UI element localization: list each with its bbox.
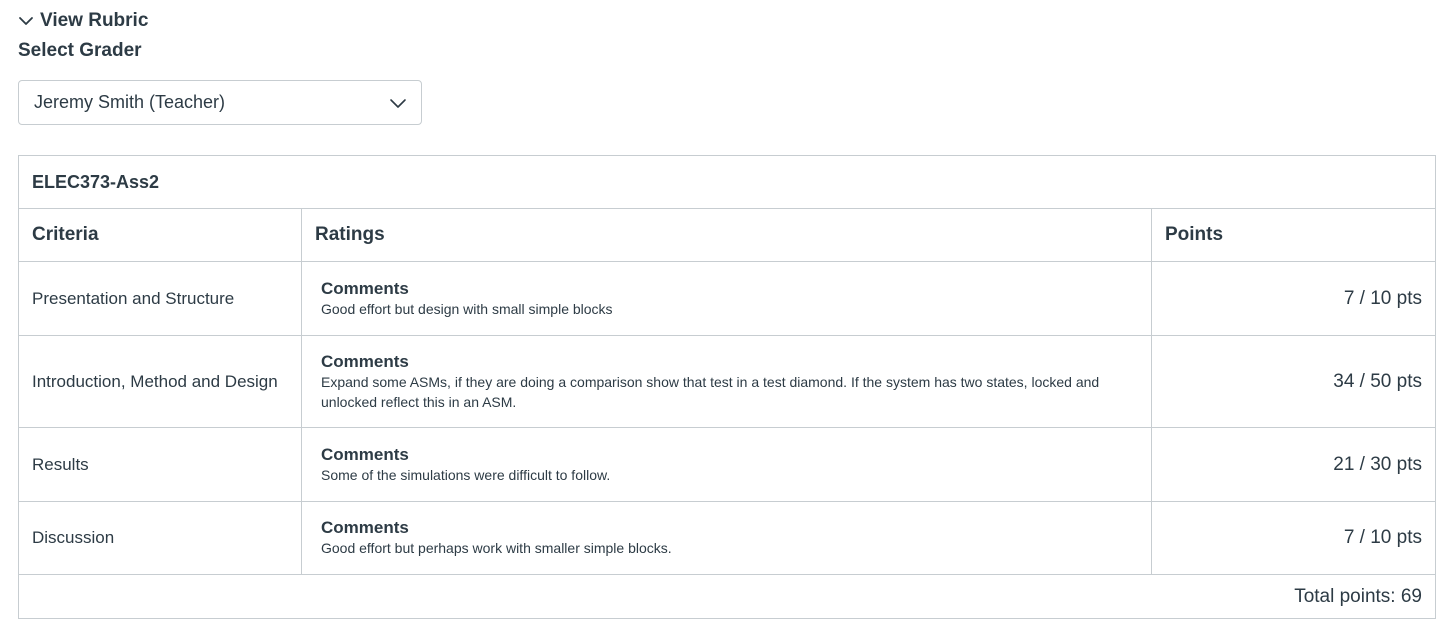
rubric-title-row: ELEC373-Ass2 [18, 155, 1436, 209]
criteria-header: Criteria [18, 208, 302, 262]
rating-title: Comments [321, 444, 409, 464]
rating-comment: Good effort but design with small simple… [321, 300, 613, 317]
view-rubric-label: View Rubric [40, 10, 149, 31]
rubric-panel: View Rubric Select Grader Jeremy Smith (… [0, 0, 1448, 632]
total-row: Total points: 69 [18, 574, 1436, 619]
rating-cell: Comments Some of the simulations were di… [301, 427, 1152, 502]
table-row: Introduction, Method and Design Comments… [18, 335, 1436, 428]
table-row: Discussion Comments Good effort but perh… [18, 501, 1436, 575]
rating-title: Comments [321, 518, 409, 537]
rating-comment: Some of the simulations were difficult t… [321, 466, 611, 483]
criteria-cell: Introduction, Method and Design [18, 335, 302, 428]
total-points: Total points: 69 [18, 574, 1436, 619]
rubric-title: ELEC373-Ass2 [18, 155, 1436, 209]
rating-cell: Comments Good effort but design with sma… [301, 261, 1152, 336]
table-row: Presentation and Structure Comments Good… [18, 261, 1436, 336]
points-cell: 34 / 50 pts [1151, 335, 1436, 428]
points-cell: 7 / 10 pts [1151, 261, 1436, 336]
points-cell: 7 / 10 pts [1151, 501, 1436, 575]
table-row: Results Comments Some of the simulations… [18, 427, 1436, 502]
chevron-down-icon [389, 95, 407, 116]
grader-select-value: Jeremy Smith (Teacher) [34, 92, 226, 112]
points-header: Points [1151, 208, 1436, 262]
grader-select[interactable]: Jeremy Smith (Teacher) [18, 80, 422, 125]
select-grader-label: Select Grader [18, 40, 142, 61]
points-cell: 21 / 30 pts [1151, 427, 1436, 502]
chevron-down-icon [18, 13, 34, 29]
criteria-cell: Results [18, 427, 302, 502]
rubric-header-row: Criteria Ratings Points [18, 208, 1436, 262]
rating-title: Comments [321, 351, 409, 371]
rating-comment: Expand some ASMs, if they are doing a co… [321, 373, 1100, 410]
rating-cell: Comments Good effort but perhaps work wi… [301, 501, 1152, 575]
view-rubric-toggle[interactable]: View Rubric [18, 8, 148, 34]
rubric-table: ELEC373-Ass2 Criteria Ratings Points Pre… [18, 155, 1436, 619]
criteria-cell: Presentation and Structure [18, 261, 302, 336]
rating-comment: Good effort but perhaps work with smalle… [321, 540, 672, 556]
rating-cell: Comments Expand some ASMs, if they are d… [301, 335, 1152, 428]
rating-title: Comments [321, 278, 409, 298]
ratings-header: Ratings [301, 208, 1152, 262]
criteria-cell: Discussion [18, 501, 302, 575]
